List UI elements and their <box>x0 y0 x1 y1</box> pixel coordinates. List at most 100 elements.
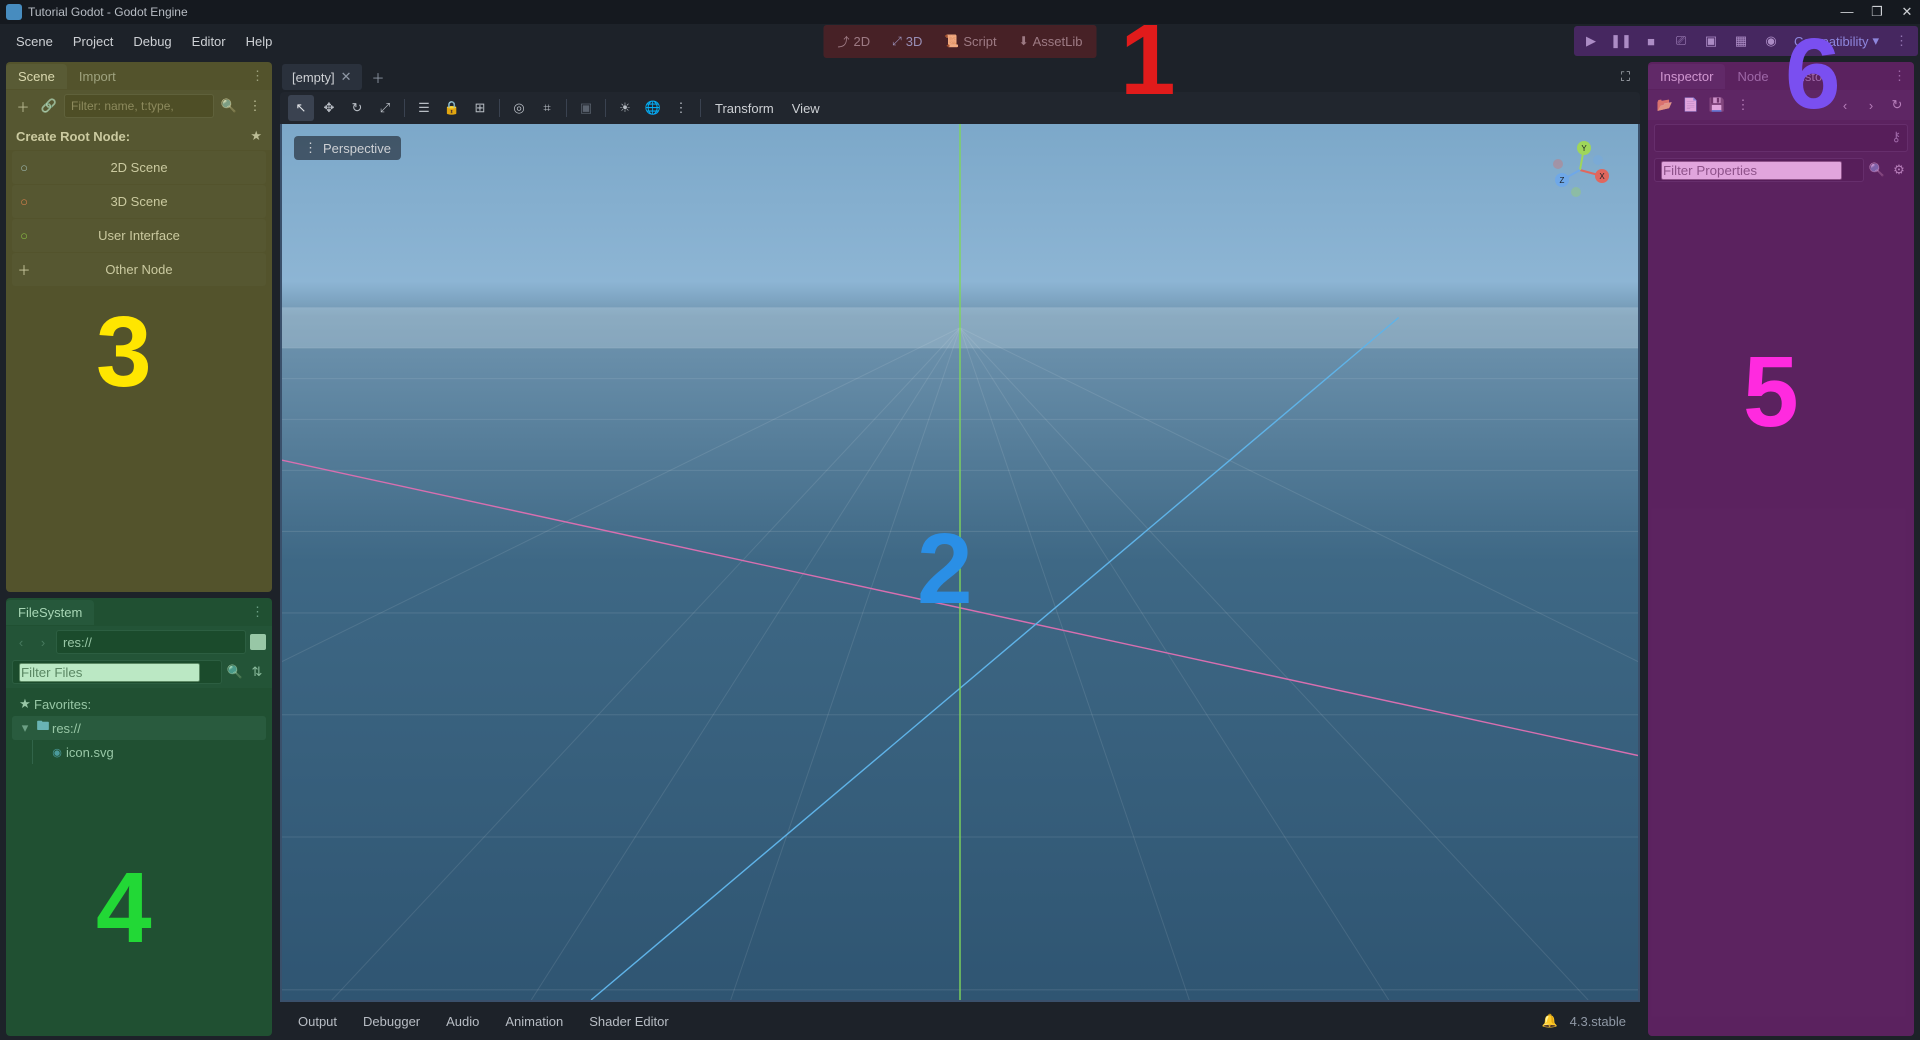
local-space-icon[interactable]: ◎ <box>506 95 532 121</box>
inspector-filter-input[interactable] <box>1654 158 1864 182</box>
search-icon[interactable]: 🔍 <box>226 664 244 680</box>
menu-editor[interactable]: Editor <box>182 28 236 55</box>
open-resource-icon[interactable]: 📂 <box>1654 94 1676 116</box>
tab-history[interactable]: History <box>1781 64 1845 89</box>
workspace-2d[interactable]: ⤴2D <box>828 27 881 56</box>
notifications-icon[interactable]: 🔔 <box>1535 1013 1563 1029</box>
menu-project[interactable]: Project <box>63 28 123 55</box>
menu-help[interactable]: Help <box>236 28 283 55</box>
scene-tab-empty[interactable]: [empty] ✕ <box>282 64 362 90</box>
root-user-interface[interactable]: ○User Interface <box>12 219 266 252</box>
filter-settings-icon[interactable]: ⚙ <box>1890 162 1908 178</box>
toggle-view-icon[interactable] <box>250 634 266 650</box>
rotate-tool-icon[interactable]: ↻ <box>344 95 370 121</box>
menu-debug[interactable]: Debug <box>123 28 181 55</box>
environment-icon[interactable]: 🌐 <box>640 95 666 121</box>
workspace-assetlib[interactable]: ⬇AssetLib <box>1009 27 1093 56</box>
add-scene-tab-icon[interactable]: ＋ <box>362 64 395 91</box>
sort-icon[interactable]: ⇅ <box>248 664 266 680</box>
tab-scene[interactable]: Scene <box>6 64 67 89</box>
lock-icon[interactable]: 🔒 <box>439 95 465 121</box>
res-root-row[interactable]: ▾🖿res:// <box>12 716 266 740</box>
menu-scene[interactable]: Scene <box>6 28 63 55</box>
scene-filter-input[interactable] <box>64 94 214 118</box>
movie-maker-icon[interactable]: ◉ <box>1758 28 1784 54</box>
workspace-script[interactable]: 📜Script <box>934 27 1006 56</box>
remote-debug-icon[interactable]: ⎚ <box>1668 28 1694 54</box>
root-3d-scene[interactable]: ○3D Scene <box>12 185 266 218</box>
root-2d-scene[interactable]: ○2D Scene <box>12 151 266 184</box>
resource-menu-icon[interactable]: ⋮ <box>1732 94 1754 116</box>
tab-debugger[interactable]: Debugger <box>353 1010 430 1033</box>
chevron-down-icon: ▾ <box>1872 33 1879 49</box>
manage-object-icon[interactable]: ⚷ <box>1891 129 1901 145</box>
stop-button[interactable]: ■ <box>1638 28 1664 54</box>
nav-back-icon[interactable]: ‹ <box>12 635 30 650</box>
search-icon[interactable]: 🔍 <box>1868 162 1886 178</box>
axis-gizmo[interactable]: X Y Z <box>1550 140 1610 200</box>
close-tab-icon[interactable]: ✕ <box>341 69 352 85</box>
history-back-icon[interactable]: ‹ <box>1834 94 1856 116</box>
move-tool-icon[interactable]: ✥ <box>316 95 342 121</box>
tab-filesystem[interactable]: FileSystem <box>6 600 94 625</box>
root-other-node[interactable]: ＋Other Node <box>12 253 266 286</box>
camera-preview-icon[interactable]: ▣ <box>573 95 599 121</box>
tab-animation[interactable]: Animation <box>495 1010 573 1033</box>
inspector-dock-menu-icon[interactable]: ⋮ <box>1885 68 1914 84</box>
play-button[interactable]: ▶ <box>1578 28 1604 54</box>
svg-text:X: X <box>1599 172 1605 181</box>
group-icon[interactable]: ⊞ <box>467 95 493 121</box>
select-list-icon[interactable]: ☰ <box>411 95 437 121</box>
workspace-3d[interactable]: ⤢3D <box>882 27 932 56</box>
tab-node[interactable]: Node <box>1725 64 1780 89</box>
minimize-icon[interactable]: — <box>1840 4 1854 20</box>
filesystem-filter-input[interactable] <box>12 660 222 684</box>
snap-icon[interactable]: ⌗ <box>534 95 560 121</box>
nav-forward-icon[interactable]: › <box>34 635 52 650</box>
play-scene-button[interactable]: ▣ <box>1698 28 1724 54</box>
path-field[interactable]: res:// <box>56 630 246 654</box>
add-node-button[interactable]: ＋ <box>12 95 34 117</box>
maximize-icon[interactable]: ❐ <box>1870 4 1884 20</box>
filesystem-dock-menu-icon[interactable]: ⋮ <box>243 604 272 620</box>
3d-viewport[interactable]: ⋮ Perspective X Y Z <box>280 124 1640 1002</box>
app-logo-icon <box>6 4 22 20</box>
search-icon[interactable]: 🔍 <box>218 95 240 117</box>
favorite-icon[interactable]: ★ <box>250 128 262 144</box>
tab-shader-editor[interactable]: Shader Editor <box>579 1010 679 1033</box>
history-list-icon[interactable]: ↻ <box>1886 94 1908 116</box>
tab-output[interactable]: Output <box>288 1010 347 1033</box>
perspective-dropdown[interactable]: ⋮ Perspective <box>294 136 401 160</box>
save-resource-icon[interactable]: 💾 <box>1706 94 1728 116</box>
close-icon[interactable]: ✕ <box>1900 4 1914 20</box>
favorites-row[interactable]: ★Favorites: <box>12 692 266 716</box>
transform-menu[interactable]: Transform <box>707 97 782 120</box>
select-tool-icon[interactable]: ↖ <box>288 95 314 121</box>
history-forward-icon[interactable]: › <box>1860 94 1882 116</box>
tab-import[interactable]: Import <box>67 64 128 89</box>
resource-path-field[interactable]: ⚷ <box>1654 124 1908 152</box>
3d-icon: ⤢ <box>892 34 902 49</box>
load-resource-icon[interactable]: 📄 <box>1680 94 1702 116</box>
file-row[interactable]: ◉icon.svg <box>12 740 266 764</box>
annotation-4: 4 <box>96 858 152 958</box>
renderer-dropdown[interactable]: Compatibility▾ <box>1788 29 1885 53</box>
scale-tool-icon[interactable]: ⤢ <box>372 95 398 121</box>
right-menu-dots-icon[interactable]: ⋮ <box>1889 33 1914 49</box>
viewport-toolbar: ↖ ✥ ↻ ⤢ ☰ 🔒 ⊞ ◎ ⌗ ▣ ☀ 🌐 ⋮ Transform View <box>280 92 1640 124</box>
preview-menu-icon[interactable]: ⋮ <box>668 95 694 121</box>
play-custom-scene-button[interactable]: ▦ <box>1728 28 1754 54</box>
plus-icon: ＋ <box>12 260 36 279</box>
circle-icon: ○ <box>12 228 36 243</box>
pause-button[interactable]: ❚❚ <box>1608 28 1634 54</box>
titlebar: Tutorial Godot - Godot Engine — ❐ ✕ <box>0 0 1920 24</box>
tab-inspector[interactable]: Inspector <box>1648 64 1725 89</box>
scene-toolbar-menu-icon[interactable]: ⋮ <box>244 95 266 117</box>
distraction-free-icon[interactable]: ⛶ <box>1613 65 1638 89</box>
sun-icon[interactable]: ☀ <box>612 95 638 121</box>
star-icon: ★ <box>16 696 34 712</box>
scene-dock-menu-icon[interactable]: ⋮ <box>243 68 272 84</box>
tab-audio[interactable]: Audio <box>436 1010 489 1033</box>
view-menu[interactable]: View <box>784 97 828 120</box>
instantiate-scene-button[interactable]: 🔗 <box>38 95 60 117</box>
